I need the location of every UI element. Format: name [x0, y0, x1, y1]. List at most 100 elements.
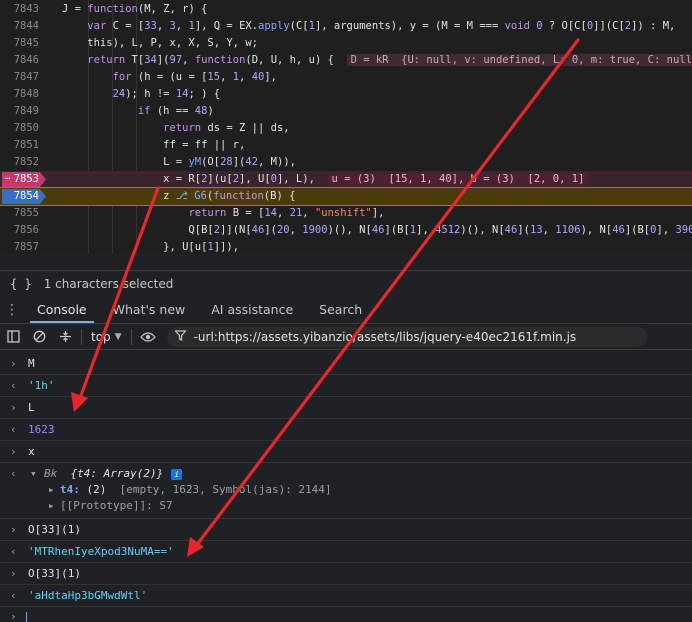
line-number[interactable]: 7852 — [0, 154, 48, 171]
line-number[interactable]: 7849 — [0, 103, 48, 120]
object-field-row[interactable]: ▸ t4: (2) [empty, 1623, Symbol(jas): 2144… — [0, 482, 692, 498]
filter-icon — [173, 329, 187, 344]
line-number[interactable]: 7843 — [0, 1, 48, 18]
code-text: if (h == 48) — [137, 105, 214, 117]
line-number[interactable]: 7848 — [0, 86, 48, 103]
console-result-row[interactable]: ‹ 'MTRhenIyeXpod3NuMA==' — [0, 541, 692, 563]
console-input-row[interactable]: › L — [0, 397, 692, 419]
code-text: L = yM(O[28](42, M)), — [62, 156, 296, 168]
tab-ai-assistance[interactable]: AI assistance — [198, 296, 306, 323]
code-line[interactable]: 7851 ff = ff || r, — [0, 137, 692, 154]
code-line[interactable]: 7846 return T[34](97, function(D, U, h, … — [0, 52, 692, 69]
line-number[interactable]: 7846 — [0, 52, 48, 69]
field-value: [empty, 1623, Symbol(jas): 2144] — [119, 483, 332, 496]
console-row-text: L — [28, 401, 35, 414]
code-text: for (h = (u = [15, 1, 40], — [112, 71, 278, 83]
code-line[interactable]: 7852 L = yM(O[28](42, M)), — [0, 154, 692, 171]
drawer-tabs: ⋮ Console What's new AI assistance Searc… — [0, 296, 692, 324]
object-preview: {t4: Array(2)} — [57, 467, 164, 480]
line-number[interactable]: 7854 — [0, 188, 48, 205]
tab-search[interactable]: Search — [306, 296, 375, 323]
code-text: return B = [14, 21, "unshift"], — [188, 207, 385, 219]
code-line[interactable]: 7857 }, U[u[1]]), — [0, 239, 692, 254]
code-line[interactable]: … 7853 x = R[2](u[2], U[0], L), u = (3) [… — [0, 171, 692, 188]
expand-triangle-icon[interactable]: ▾ — [30, 466, 37, 482]
pretty-print-icon[interactable]: { } — [10, 277, 32, 291]
context-selector[interactable]: top ▼ — [85, 330, 128, 344]
line-number[interactable]: 7845 — [0, 35, 48, 52]
info-icon[interactable]: i — [171, 468, 183, 480]
filter-collapse-icon[interactable] — [52, 324, 78, 350]
code-text: 24); h != 14; ) { — [112, 88, 221, 100]
line-number[interactable]: 7853 — [0, 171, 48, 188]
result-chevron-icon: ‹ — [10, 423, 17, 436]
object-class-name: Bk — [44, 467, 58, 480]
code-line[interactable]: 7844 var C = [33, 3, 1], Q = EX.apply(C[… — [0, 18, 692, 35]
code-text: z ⎇ G6(function(B) { — [62, 190, 296, 202]
code-line[interactable]: 7847 for (h = (u = [15, 1, 40], — [0, 69, 692, 86]
context-selector-label: top — [91, 329, 111, 344]
console-result-row[interactable]: ‹ 1623 — [0, 419, 692, 441]
console-result-row[interactable]: ‹ '1h' — [0, 375, 692, 397]
console-messages[interactable]: › M ‹ '1h' › L ‹ 1623 › x ‹ ▾ Bk {t4: Array(2)} i ▸ t4:… — [0, 350, 692, 622]
line-number[interactable]: 7844 — [0, 18, 48, 35]
drawer-menu-icon[interactable]: ⋮ — [0, 296, 24, 323]
expand-triangle-icon[interactable]: ▸ — [48, 482, 55, 498]
code-line[interactable]: 7854 z ⎇ G6(function(B) { — [0, 187, 692, 206]
toolbar-divider — [81, 328, 82, 345]
selection-status-text: 1 characters selected — [43, 276, 174, 291]
expand-triangle-icon[interactable]: ▸ — [48, 498, 55, 514]
clear-console-icon[interactable] — [26, 324, 52, 350]
line-number[interactable]: 7857 — [0, 239, 48, 254]
input-chevron-icon: › — [10, 567, 17, 580]
object-header-row[interactable]: ‹ ▾ Bk {t4: Array(2)} i — [0, 466, 692, 482]
line-number[interactable]: 7856 — [0, 222, 48, 239]
console-row-text: O[33](1) — [28, 523, 81, 536]
code-text: return T[34](97, function(D, U, h, u) { … — [62, 52, 692, 69]
selection-status-bar: { } 1 characters selected — [0, 270, 692, 296]
input-chevron-icon: › — [10, 445, 17, 458]
console-input-row[interactable]: › M — [0, 353, 692, 375]
code-line[interactable]: 7849 if (h == 48) — [0, 103, 692, 120]
toolbar-divider — [130, 328, 132, 345]
line-number[interactable]: 7851 — [0, 137, 48, 154]
object-field: t4: (2) [empty, 1623, Symbol(jas): 2144] — [60, 482, 332, 498]
result-chevron-icon: ‹ — [10, 545, 17, 558]
filter-text: -url:https://assets.yibanzio/assets/libs… — [193, 329, 577, 344]
code-text: }, U[u[1]]), — [62, 241, 240, 253]
console-filter-input[interactable]: -url:https://assets.yibanzio/assets/libs… — [166, 326, 647, 347]
code-line[interactable]: 7850 return ds = Z || ds, — [0, 120, 692, 137]
code-text: this), L, P, x, X, S, Y, w; — [62, 37, 258, 49]
console-input-row[interactable]: › x — [0, 441, 692, 463]
line-number[interactable]: 7847 — [0, 69, 48, 86]
input-chevron-icon: › — [10, 523, 17, 536]
line-number[interactable]: 7855 — [0, 205, 48, 222]
console-row-text: O[33](1) — [28, 567, 81, 580]
console-row-text: 1623 — [28, 423, 55, 436]
result-chevron-icon: ‹ — [10, 589, 17, 602]
result-chevron-icon: ‹ — [10, 379, 17, 392]
tab-whats-new[interactable]: What's new — [100, 296, 199, 323]
code-text: return ds = Z || ds, — [163, 122, 290, 134]
code-line[interactable]: 7843 J = function(M, Z, r) { — [0, 1, 692, 18]
code-text: J = function(M, Z, r) { — [62, 3, 208, 15]
live-expression-eye-icon[interactable] — [135, 324, 161, 350]
code-line[interactable]: 7848 24); h != 14; ) { — [0, 86, 692, 103]
source-editor[interactable]: 7843 J = function(M, Z, r) { 7844 var C = … — [0, 0, 692, 254]
field-length: (2) — [79, 483, 120, 496]
console-input-row[interactable]: › O[33](1) — [0, 519, 692, 541]
line-number[interactable]: 7850 — [0, 120, 48, 137]
object-header: Bk {t4: Array(2)} i — [44, 466, 183, 482]
tab-console[interactable]: Console — [24, 296, 100, 323]
console-row-text: '1h' — [28, 379, 55, 392]
input-chevron-icon: › — [10, 401, 17, 414]
console-prompt[interactable]: › | — [10, 610, 30, 622]
sidebar-toggle-icon[interactable] — [0, 324, 26, 350]
console-input-row[interactable]: › O[33](1) — [0, 563, 692, 585]
console-result-row[interactable]: ‹ 'aHdtaHp3bGMwdWtl' — [0, 585, 692, 607]
code-line[interactable]: 7845 this), L, P, x, X, S, Y, w; — [0, 35, 692, 52]
code-line[interactable]: 7856 Q[B[2]](N[46](20, 1900)(), N[46](B[… — [0, 222, 692, 239]
chevron-down-icon: ▼ — [114, 331, 122, 342]
code-line[interactable]: 7855 return B = [14, 21, "unshift"], — [0, 205, 692, 222]
object-prototype-row[interactable]: ▸ [[Prototype]]: S7 — [0, 498, 692, 514]
